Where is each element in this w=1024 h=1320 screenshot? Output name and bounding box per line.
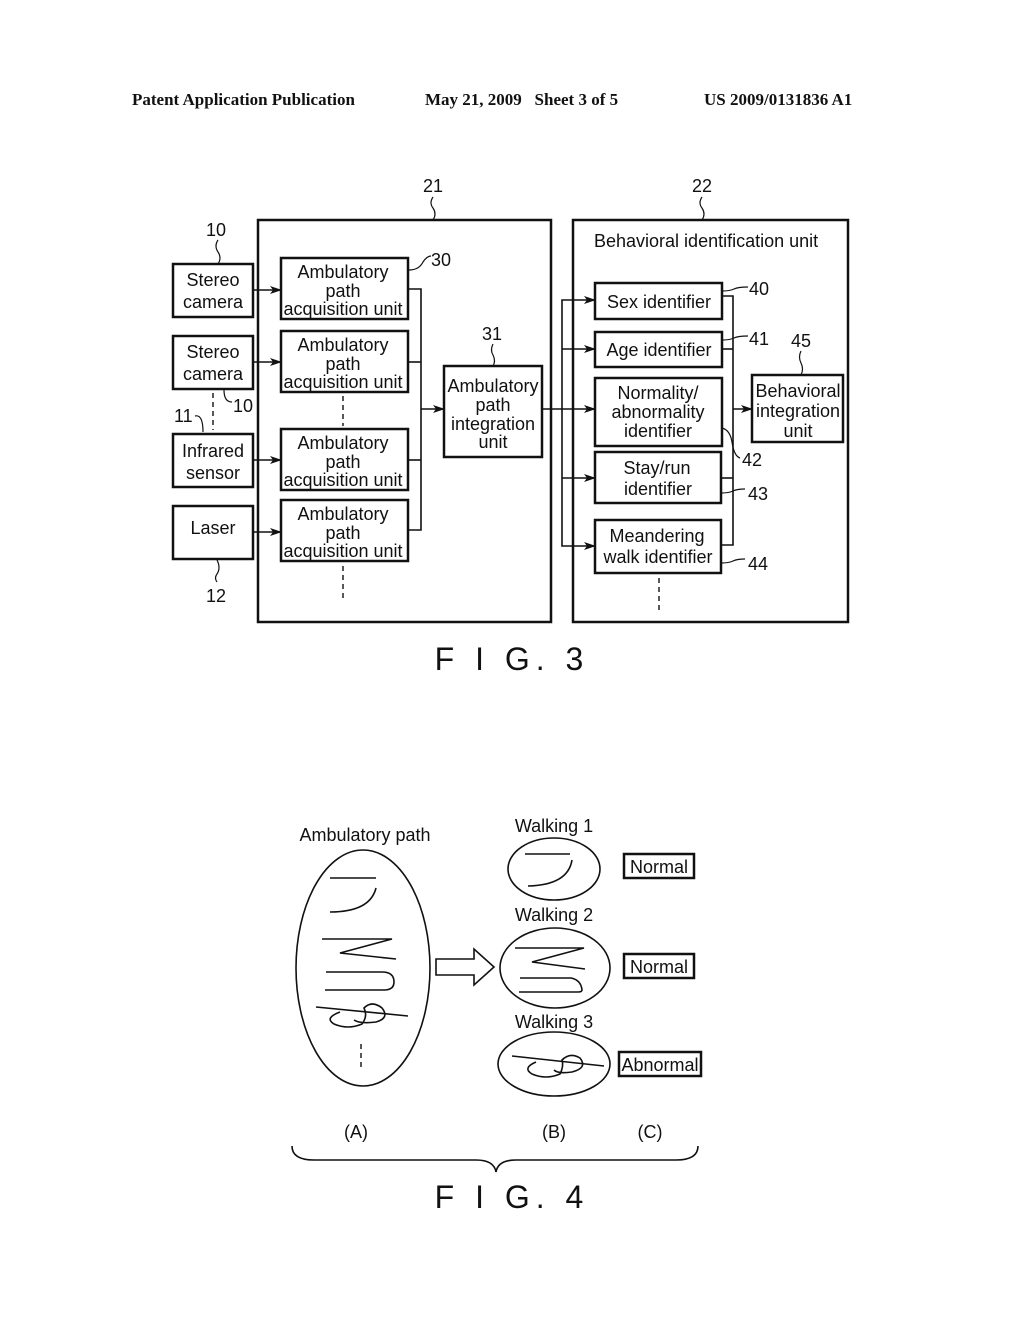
ref-44: 44 <box>748 554 768 574</box>
svg-text:Behavioral: Behavioral <box>755 381 840 401</box>
fig3-caption: F I G. 3 <box>435 641 590 677</box>
svg-text:acquisition unit: acquisition unit <box>283 372 402 392</box>
behavioral-identification-title: Behavioral identification unit <box>594 231 818 251</box>
meandering-walk-identifier: Meandering walk identifier <box>593 518 723 575</box>
behavioral-integration-unit: Behavioral integration unit <box>750 373 845 444</box>
sensor-laser: Laser <box>171 504 255 561</box>
svg-text:Ambulatory: Ambulatory <box>447 376 538 396</box>
svg-text:abnormality: abnormality <box>611 402 704 422</box>
path-traces-all <box>315 877 409 1070</box>
acquisition-unit-1: Ambulatory path acquisition unit <box>279 256 410 321</box>
hollow-arrow-icon <box>435 947 496 987</box>
svg-text:path: path <box>325 452 360 472</box>
ref-41: 41 <box>749 329 769 349</box>
walking-1-ellipse <box>507 837 601 901</box>
ref-12: 12 <box>206 586 226 606</box>
svg-text:camera: camera <box>183 364 244 384</box>
ref-11: 11 <box>174 406 193 426</box>
ref-42: 42 <box>742 450 762 470</box>
svg-text:path: path <box>475 395 510 415</box>
walking-2-label: Walking 2 <box>515 905 593 925</box>
ref-31: 31 <box>482 324 502 344</box>
svg-text:sensor: sensor <box>186 463 240 483</box>
ambulatory-path-ellipse <box>295 849 431 1087</box>
svg-text:Stereo: Stereo <box>186 270 239 290</box>
svg-text:Age identifier: Age identifier <box>606 340 711 360</box>
ref-21: 21 <box>423 176 443 196</box>
sensor-infrared: Infrared sensor <box>171 432 255 489</box>
sensor-stereo-camera-1: Stereo camera <box>171 262 255 319</box>
acquisition-unit-4: Ambulatory path acquisition unit <box>279 498 410 563</box>
walking-3-label: Walking 3 <box>515 1012 593 1032</box>
walking-2-result: Normal <box>630 957 688 977</box>
acquisition-unit-3: Ambulatory path acquisition unit <box>279 427 410 492</box>
svg-text:acquisition unit: acquisition unit <box>283 541 402 561</box>
svg-text:identifier: identifier <box>624 421 692 441</box>
fig4: Ambulatory path Walking 1 Normal Walking… <box>291 816 703 1215</box>
ref-10-b: 10 <box>233 396 253 416</box>
ref-22: 22 <box>692 176 712 196</box>
svg-text:Normality/: Normality/ <box>617 383 698 403</box>
walking-1-result: Normal <box>630 857 688 877</box>
svg-text:camera: camera <box>183 292 244 312</box>
svg-text:unit: unit <box>478 432 507 452</box>
ref-43: 43 <box>748 484 768 504</box>
walking-3-ellipse <box>497 1031 611 1097</box>
svg-text:unit: unit <box>783 421 812 441</box>
svg-text:path: path <box>325 523 360 543</box>
svg-text:integration: integration <box>451 414 535 434</box>
ref-30: 30 <box>431 250 451 270</box>
svg-text:Ambulatory: Ambulatory <box>297 335 388 355</box>
svg-text:Stay/run: Stay/run <box>623 458 690 478</box>
ambulatory-path-integration-unit: Ambulatory path integration unit <box>442 364 544 459</box>
svg-text:Stereo: Stereo <box>186 342 239 362</box>
sensor-stereo-camera-2: Stereo camera <box>171 334 255 391</box>
svg-text:acquisition unit: acquisition unit <box>283 470 402 490</box>
age-identifier: Age identifier <box>593 330 724 369</box>
svg-text:Infrared: Infrared <box>182 441 244 461</box>
walking-3-result: Abnormal <box>621 1055 698 1075</box>
normality-abnormality-identifier: Normality/ abnormality identifier <box>593 376 724 448</box>
walking-2-ellipse <box>499 927 611 1009</box>
svg-text:Ambulatory: Ambulatory <box>297 262 388 282</box>
svg-text:integration: integration <box>756 401 840 421</box>
ambulatory-path-title: Ambulatory path <box>299 825 430 845</box>
walking-1-label: Walking 1 <box>515 816 593 836</box>
svg-text:path: path <box>325 281 360 301</box>
svg-text:Meandering: Meandering <box>609 526 704 546</box>
panel-label-c: (C) <box>638 1122 663 1142</box>
svg-text:Laser: Laser <box>190 518 235 538</box>
acquisition-unit-2: Ambulatory path acquisition unit <box>279 329 410 394</box>
sex-identifier: Sex identifier <box>593 281 724 321</box>
fig3: 21 22 Behavioral identification unit Ste… <box>171 176 850 677</box>
svg-text:Ambulatory: Ambulatory <box>297 433 388 453</box>
panel-label-a: (A) <box>344 1122 368 1142</box>
stay-run-identifier: Stay/run identifier <box>593 450 723 505</box>
ref-45: 45 <box>791 331 811 351</box>
svg-text:Ambulatory: Ambulatory <box>297 504 388 524</box>
patent-figures: 21 22 Behavioral identification unit Ste… <box>171 176 850 1215</box>
curly-brace <box>291 1145 699 1173</box>
fig4-caption: F I G. 4 <box>435 1179 590 1215</box>
svg-text:identifier: identifier <box>624 479 692 499</box>
svg-text:acquisition unit: acquisition unit <box>283 299 402 319</box>
ref-40: 40 <box>749 279 769 299</box>
panel-label-b: (B) <box>542 1122 566 1142</box>
svg-text:Sex identifier: Sex identifier <box>607 292 711 312</box>
svg-text:walk identifier: walk identifier <box>602 547 712 567</box>
svg-text:path: path <box>325 354 360 374</box>
ref-10-a: 10 <box>206 220 226 240</box>
